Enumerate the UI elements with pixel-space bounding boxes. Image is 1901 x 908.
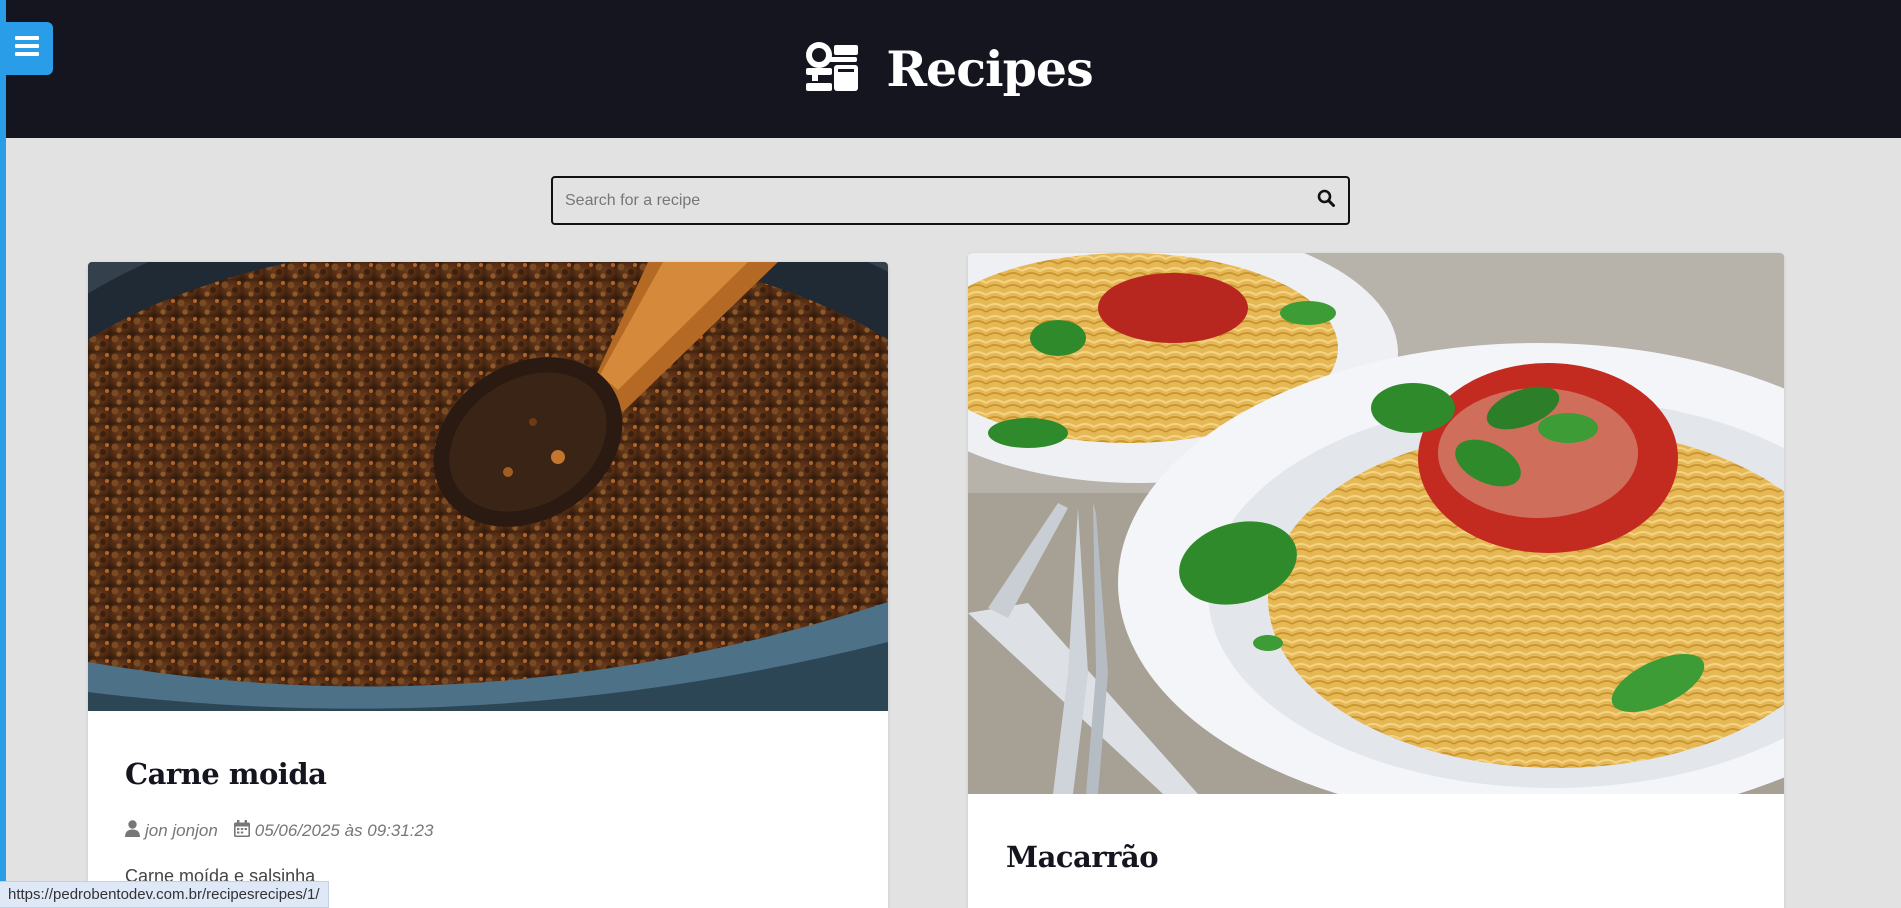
recipe-author: jon jonjon	[125, 820, 218, 842]
recipe-card[interactable]: Carne moida jon jonjon 05/06/2025 às 09:…	[88, 262, 888, 908]
user-icon	[125, 820, 140, 842]
menu-button[interactable]	[0, 22, 53, 75]
site-header: Recipes	[6, 0, 1901, 138]
brand[interactable]: Recipes	[804, 39, 1094, 100]
date-text: 05/06/2025 às 09:31:23	[254, 821, 434, 840]
link-preview-status-bar: https://pedrobentodev.com.br/recipesreci…	[0, 881, 329, 908]
hamburger-menu-icon	[14, 36, 39, 61]
search-button[interactable]	[1304, 178, 1348, 223]
recipe-card[interactable]: Macarrão	[968, 253, 1784, 908]
recipe-meta: jon jonjon 05/06/2025 às 09:31:23	[125, 820, 433, 842]
recipe-image-ground-beef[interactable]	[88, 262, 888, 711]
recipe-title[interactable]: Carne moida	[125, 757, 327, 791]
search-icon	[1317, 189, 1335, 212]
page-title: Recipes	[886, 40, 1093, 98]
search-bar	[551, 176, 1350, 225]
author-name: jon jonjon	[145, 821, 218, 840]
search-input[interactable]	[553, 178, 1304, 223]
calendar-icon	[233, 820, 250, 842]
recipe-image-spaghetti[interactable]	[968, 253, 1784, 794]
recipe-date: 05/06/2025 às 09:31:23	[233, 820, 434, 842]
kitchen-scale-icon	[804, 39, 862, 100]
recipe-title[interactable]: Macarrão	[1006, 840, 1159, 874]
